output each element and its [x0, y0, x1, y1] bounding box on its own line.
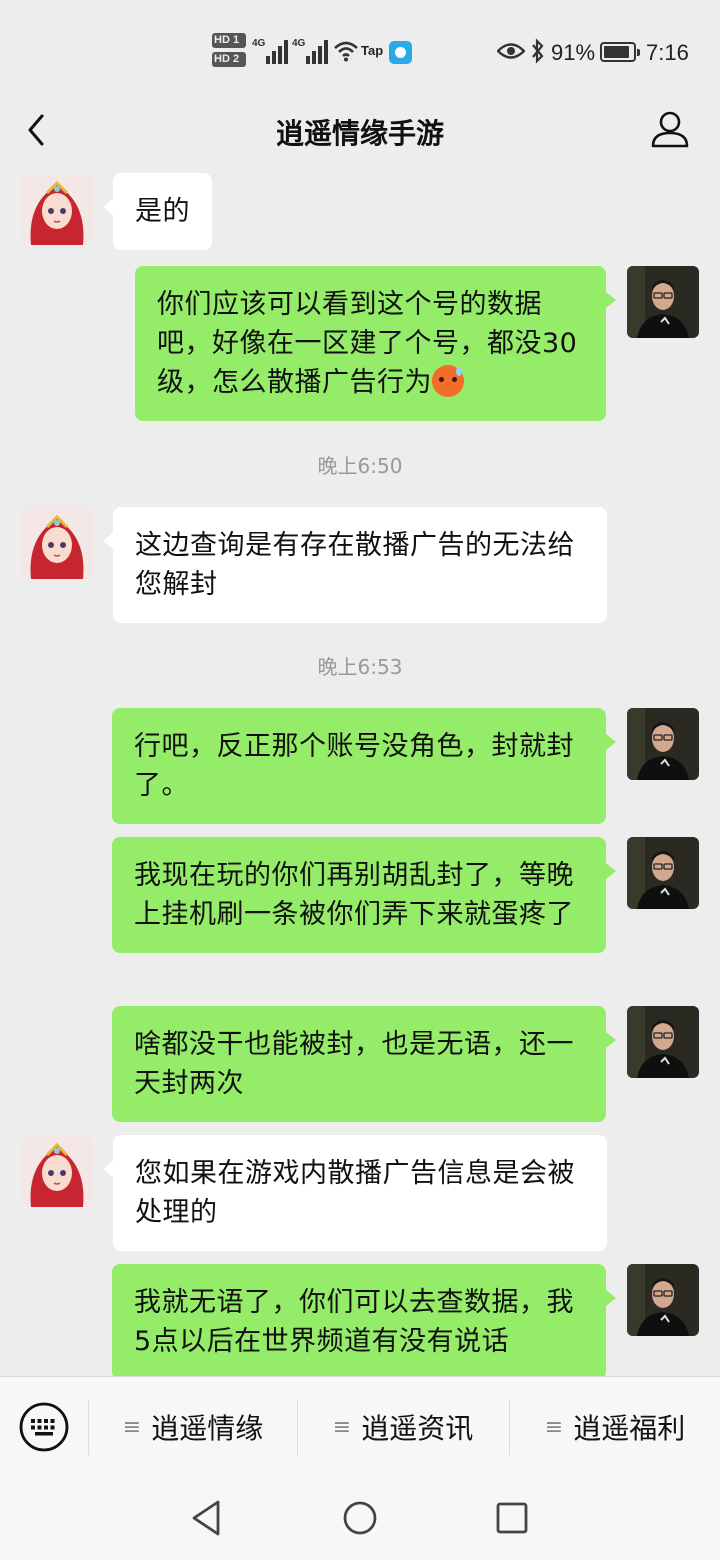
clock: 7:16 [646, 40, 689, 65]
game-character-avatar-icon [21, 173, 93, 245]
message-bubble-self[interactable]: 我现在玩的你们再别胡乱封了，等晚上挂机刷一条被你们弄下来就蛋疼了 [112, 837, 616, 953]
message-text: 这边查询是有存在散播广告的无法给您解封 [135, 530, 575, 600]
person-icon[interactable] [648, 108, 692, 152]
message-text: 是的 [135, 196, 190, 227]
avatar-other[interactable] [21, 1135, 93, 1207]
battery-fill [604, 46, 630, 58]
tap-app-icon [389, 41, 412, 64]
menu-item-label: 逍遥福利 [573, 1412, 686, 1445]
avatar-self[interactable] [627, 837, 699, 909]
avatar-self[interactable] [627, 1006, 699, 1078]
official-account-menu: ≡ 逍遥情缘 ≡ 逍遥资讯 ≡ 逍遥福利 [0, 1376, 720, 1476]
chat-header: 逍遥情缘手游 [0, 100, 720, 164]
menu-item-label: 逍遥情缘 [151, 1412, 264, 1445]
message-text: 我现在玩的你们再别胡乱封了，等晚上挂机刷一条被你们弄下来就蛋疼了 [134, 860, 574, 930]
battery-icon [600, 42, 640, 62]
game-character-avatar-icon [21, 507, 93, 579]
hd-badges: HD 1 HD 2 [212, 33, 246, 73]
network-type-1: 4G [252, 38, 266, 49]
status-bar: HD 1 HD 2 4G 4G Tap 91% 7:16 [0, 0, 720, 100]
keyboard-icon[interactable] [18, 1401, 70, 1453]
game-character-avatar-icon [21, 1135, 93, 1207]
signal-icon-1: 4G [252, 38, 290, 64]
hd2-badge: HD 2 [212, 52, 246, 67]
avatar-other[interactable] [21, 173, 93, 245]
message-text: 啥都没干也能被封，也是无语，还一天封两次 [134, 1029, 574, 1099]
message-bubble-other[interactable]: 是的 [103, 173, 212, 250]
chat-area[interactable]: 是的 你们应该可以看到这个号的数据吧，好像在一区建了个号，都没30级，怎么散播广… [0, 164, 720, 1376]
page-title: 逍遥情缘手游 [275, 117, 444, 150]
message-bubble-other[interactable]: 您如果在游戏内散播广告信息是会被处理的 [103, 1135, 607, 1251]
avatar-self[interactable] [627, 708, 699, 780]
message-bubble-self[interactable]: 你们应该可以看到这个号的数据吧，好像在一区建了个号，都没30级，怎么散播广告行为 [135, 266, 616, 421]
message-bubble-other[interactable]: 这边查询是有存在散播广告的无法给您解封 [103, 507, 607, 623]
wifi-icon [334, 41, 358, 62]
menu-lines-icon: ≡ [332, 1414, 352, 1440]
signal-icon-2: 4G [292, 38, 330, 64]
system-nav-bar [0, 1476, 720, 1560]
tap-label: Tap [361, 43, 384, 58]
menu-item-3[interactable]: ≡ 逍遥福利 [510, 1377, 720, 1477]
battery-percent: 91% [551, 40, 596, 65]
hd1-badge: HD 1 [212, 33, 246, 48]
user-photo-avatar-icon [627, 1264, 699, 1336]
avatar-self[interactable] [627, 1264, 699, 1336]
user-photo-avatar-icon [627, 708, 699, 780]
avatar-other[interactable] [21, 507, 93, 579]
triangle-back-icon[interactable] [186, 1496, 230, 1540]
user-photo-avatar-icon [627, 1006, 699, 1078]
message-bubble-self[interactable]: 啥都没干也能被封，也是无语，还一天封两次 [112, 1006, 616, 1122]
message-text: 行吧，反正那个账号没角色，封就封了。 [134, 731, 574, 801]
timestamp: 晚上6:50 [317, 454, 403, 478]
square-recents-icon[interactable] [490, 1496, 534, 1540]
message-text: 我就无语了，你们可以去查数据，我5点以后在世界频道有没有说话 [134, 1287, 574, 1357]
user-photo-avatar-icon [627, 266, 699, 338]
menu-item-2[interactable]: ≡ 逍遥资讯 [298, 1377, 508, 1477]
menu-lines-icon: ≡ [544, 1414, 564, 1440]
menu-lines-icon: ≡ [122, 1414, 142, 1440]
avatar-self[interactable] [627, 266, 699, 338]
message-text: 你们应该可以看到这个号的数据吧，好像在一区建了个号，都没30级，怎么散播广告行为 [157, 289, 578, 398]
menu-item-1[interactable]: ≡ 逍遥情缘 [89, 1377, 297, 1477]
message-text: 您如果在游戏内散播广告信息是会被处理的 [135, 1158, 575, 1228]
message-bubble-self[interactable]: 行吧，反正那个账号没角色，封就封了。 [112, 708, 616, 824]
bluetooth-icon [532, 38, 544, 64]
sweat-angry-emoji-icon [432, 365, 464, 397]
network-type-2: 4G [292, 38, 306, 49]
user-photo-avatar-icon [627, 837, 699, 909]
circle-home-icon[interactable] [338, 1496, 382, 1540]
menu-item-label: 逍遥资讯 [361, 1412, 474, 1445]
timestamp: 晚上6:53 [317, 655, 403, 679]
message-bubble-self[interactable]: 我就无语了，你们可以去查数据，我5点以后在世界频道有没有说话 [112, 1264, 616, 1376]
eye-icon [497, 43, 525, 59]
